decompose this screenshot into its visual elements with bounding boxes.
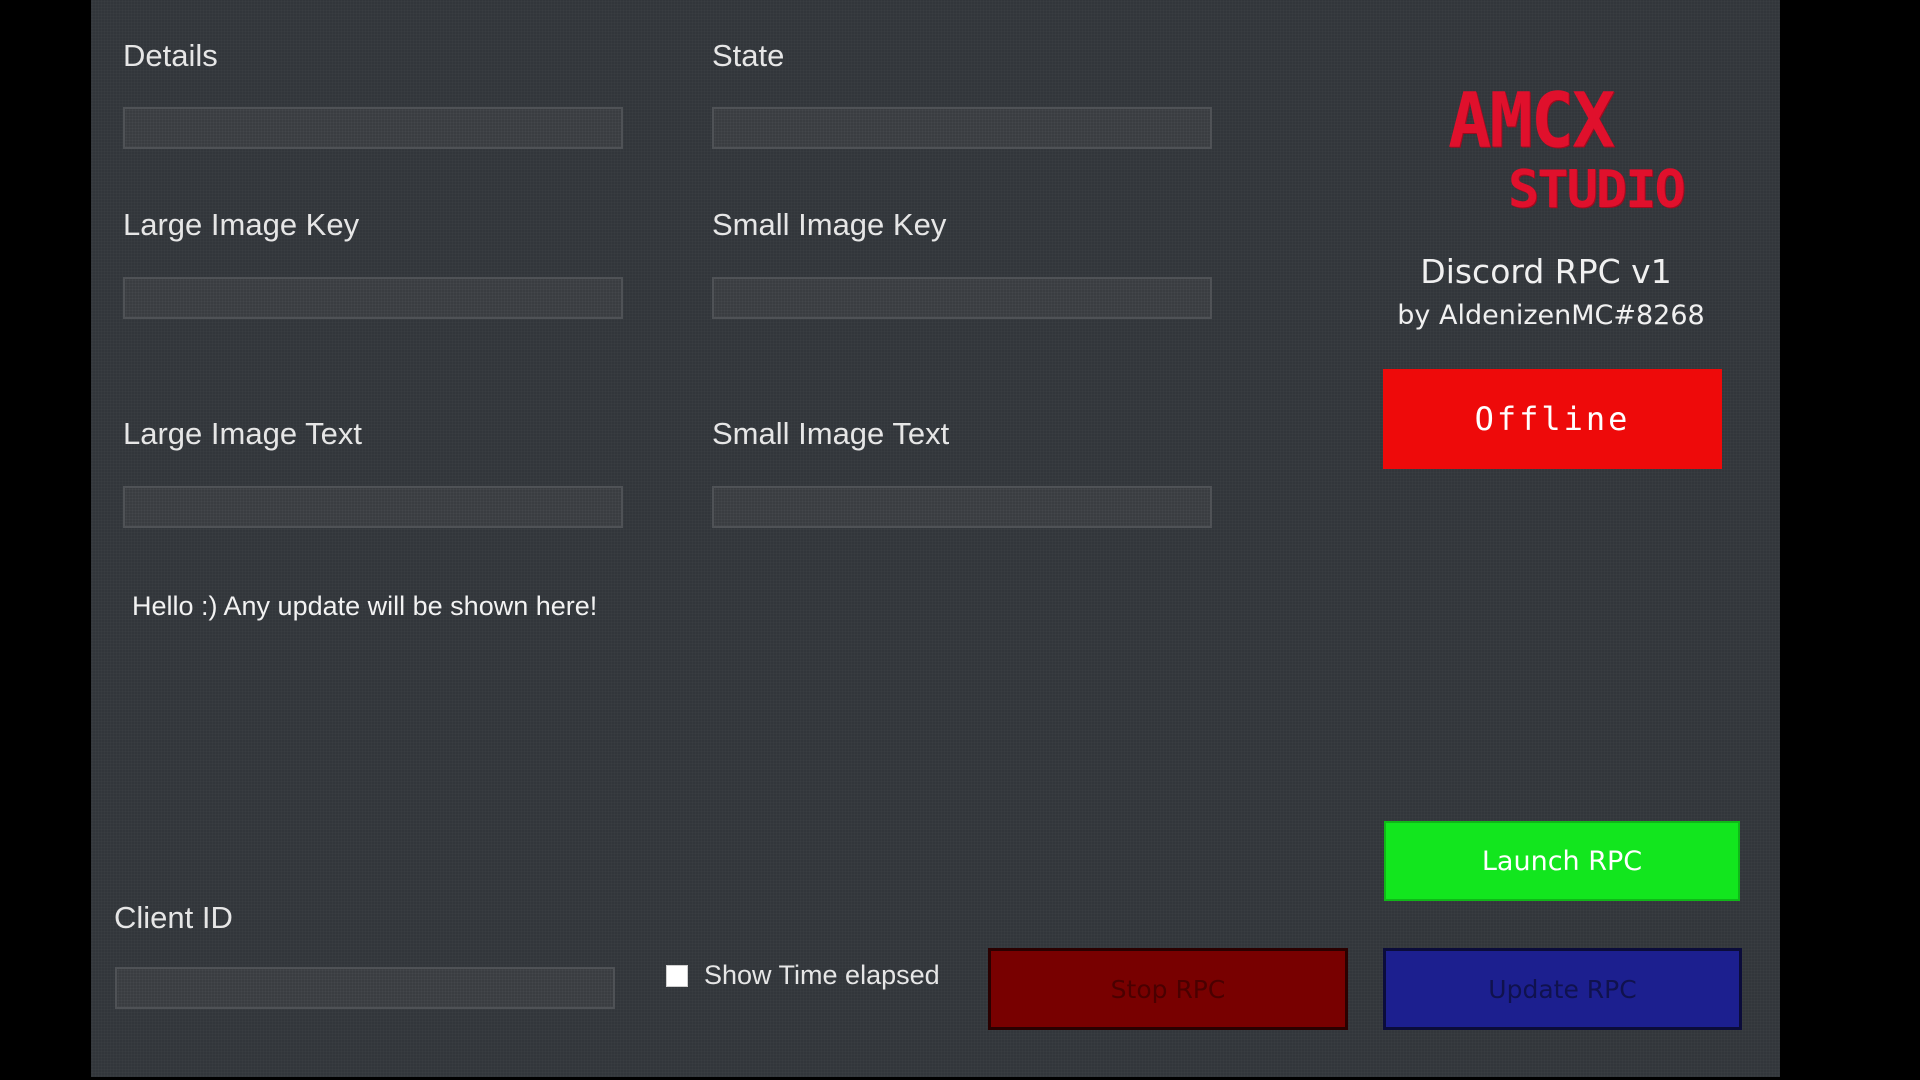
app-title: Discord RPC v1 bbox=[1420, 252, 1672, 291]
app-author: by AldenizenMC#8268 bbox=[1397, 300, 1705, 331]
large-image-key-label: Large Image Key bbox=[123, 207, 360, 242]
large-image-text-input[interactable] bbox=[123, 486, 623, 528]
stop-rpc-button[interactable]: Stop RPC bbox=[988, 948, 1348, 1030]
amcx-studio-logo: AMCX STUDIO bbox=[1448, 75, 1768, 228]
update-rpc-button[interactable]: Update RPC bbox=[1383, 948, 1742, 1030]
small-image-key-label: Small Image Key bbox=[712, 207, 947, 242]
details-label: Details bbox=[123, 38, 218, 73]
client-id-label: Client ID bbox=[114, 900, 233, 935]
logo-line-2: STUDIO bbox=[1508, 160, 1686, 220]
large-image-key-input[interactable] bbox=[123, 277, 623, 319]
details-input[interactable] bbox=[123, 107, 623, 149]
show-time-elapsed-toggle[interactable]: Show Time elapsed bbox=[666, 960, 940, 991]
large-image-text-label: Large Image Text bbox=[123, 416, 362, 451]
state-input[interactable] bbox=[712, 107, 1212, 149]
small-image-key-input[interactable] bbox=[712, 277, 1212, 319]
client-id-input[interactable] bbox=[115, 967, 615, 1009]
show-time-elapsed-checkbox[interactable] bbox=[666, 964, 688, 987]
launch-rpc-button[interactable]: Launch RPC bbox=[1384, 821, 1740, 901]
small-image-text-label: Small Image Text bbox=[712, 416, 950, 451]
small-image-text-input[interactable] bbox=[712, 486, 1212, 528]
status-badge: Offline bbox=[1383, 369, 1722, 469]
rpc-window: Details State Large Image Key Small Imag… bbox=[91, 0, 1780, 1077]
logo-line-1: AMCX bbox=[1448, 75, 1615, 165]
state-label: State bbox=[712, 38, 785, 73]
show-time-elapsed-label: Show Time elapsed bbox=[704, 960, 940, 990]
update-message: Hello :) Any update will be shown here! bbox=[132, 591, 598, 621]
